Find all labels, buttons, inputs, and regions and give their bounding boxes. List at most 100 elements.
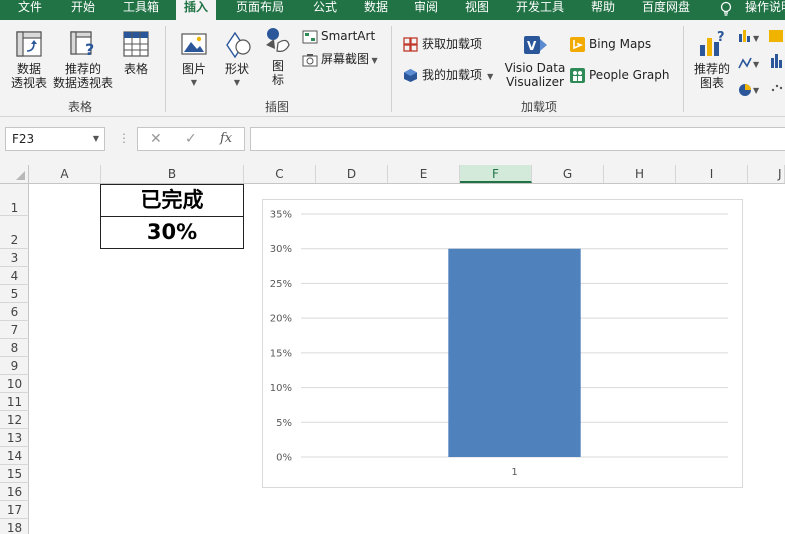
insert-function-icon[interactable]: fx bbox=[220, 131, 232, 146]
tab-insert[interactable]: 插入 bbox=[176, 0, 217, 20]
screenshot-button[interactable]: 屏幕截图 ▼ bbox=[302, 49, 378, 69]
row-header-6[interactable]: 6 bbox=[0, 303, 29, 321]
tab-file[interactable]: 文件 bbox=[18, 0, 42, 20]
row-header-5[interactable]: 5 bbox=[0, 285, 29, 303]
line-chart-icon[interactable] bbox=[738, 57, 752, 69]
row-header-4[interactable]: 4 bbox=[0, 267, 29, 285]
screenshot-icon bbox=[302, 53, 318, 66]
row-header-10[interactable]: 10 bbox=[0, 375, 29, 393]
bing-maps-icon bbox=[570, 37, 585, 52]
select-all-triangle-icon bbox=[16, 171, 25, 180]
svg-text:▼: ▼ bbox=[753, 60, 760, 69]
table-button[interactable]: 表格 bbox=[117, 29, 155, 76]
svg-text:?: ? bbox=[85, 40, 94, 59]
recommended-pivot-button[interactable]: ? 推荐的 数据透视表 bbox=[51, 29, 115, 90]
tab-baidu-netdisk[interactable]: 百度网盘 bbox=[642, 0, 690, 20]
row-header-11[interactable]: 11 bbox=[0, 393, 29, 411]
cell-b2[interactable]: 30% bbox=[100, 216, 244, 249]
my-addins-button[interactable]: 我的加载项 ▼ bbox=[403, 65, 493, 85]
chart-type-icons: ▼ ▼ ▼ bbox=[738, 30, 783, 96]
svg-text:?: ? bbox=[717, 30, 725, 45]
visio-label-1: Visio Data bbox=[504, 61, 566, 75]
cancel-icon[interactable]: ✕ bbox=[150, 131, 162, 147]
recommended-charts-label-2: 图表 bbox=[699, 76, 724, 90]
column-header-g[interactable]: G bbox=[532, 165, 604, 183]
chart-bars bbox=[448, 248, 581, 457]
column-header-h[interactable]: H bbox=[604, 165, 676, 183]
svg-text:V: V bbox=[527, 39, 537, 53]
tab-toolbox[interactable]: 工具箱 bbox=[123, 0, 159, 20]
tab-view[interactable]: 视图 bbox=[465, 0, 489, 20]
tab-formulas[interactable]: 公式 bbox=[313, 0, 337, 20]
row-header-15[interactable]: 15 bbox=[0, 465, 29, 483]
visio-icon: V bbox=[524, 36, 547, 54]
chart-svg: 0% 5% 10% 15% 20% 25% 30% 35% 1 bbox=[270, 210, 728, 478]
column-header-d[interactable]: D bbox=[316, 165, 388, 183]
row-header-17[interactable]: 17 bbox=[0, 501, 29, 519]
chart-y-tick-label: 30% bbox=[270, 244, 292, 255]
icons-button[interactable]: 图 标 bbox=[262, 25, 294, 87]
tab-data[interactable]: 数据 bbox=[364, 0, 388, 20]
formula-bar-grip-icon: ⋮ bbox=[118, 131, 130, 145]
column-header-c[interactable]: C bbox=[244, 165, 316, 183]
table-label: 表格 bbox=[123, 62, 148, 76]
row-header-13[interactable]: 13 bbox=[0, 429, 29, 447]
pivot-table-button[interactable]: 数据 透视表 bbox=[9, 29, 49, 90]
tab-home[interactable]: 开始 bbox=[71, 0, 95, 20]
shapes-button[interactable]: 形状 ▼ bbox=[217, 29, 257, 90]
select-all-button[interactable] bbox=[0, 165, 29, 183]
formula-input[interactable] bbox=[250, 127, 785, 151]
icons-label-1: 图 bbox=[271, 59, 284, 73]
column-chart[interactable]: 0% 5% 10% 15% 20% 25% 30% 35% 1 bbox=[262, 199, 743, 488]
recommended-charts-button[interactable]: ? 推荐的 图表 bbox=[692, 29, 732, 90]
recommended-pivot-label-1: 推荐的 bbox=[64, 62, 101, 76]
visio-label-2: Visualizer bbox=[506, 75, 564, 89]
visio-data-visualizer-button[interactable]: V Visio Data Visualizer bbox=[503, 31, 567, 89]
row-header-18[interactable]: 18 bbox=[0, 519, 29, 534]
row-header-9[interactable]: 9 bbox=[0, 357, 29, 375]
tab-tell-me[interactable]: 操作说明 bbox=[745, 0, 785, 20]
screenshot-label: 屏幕截图 bbox=[321, 52, 370, 66]
column-header-b[interactable]: B bbox=[101, 165, 244, 183]
tab-page-layout[interactable]: 页面布局 bbox=[236, 0, 284, 20]
shapes-label: 形状 bbox=[224, 62, 249, 76]
column-header-e[interactable]: E bbox=[388, 165, 460, 183]
row-header-2[interactable]: 2 bbox=[0, 216, 29, 249]
pictures-label: 图片 bbox=[181, 62, 206, 76]
smartart-icon bbox=[302, 30, 318, 43]
pictures-button[interactable]: 图片 ▼ bbox=[174, 29, 214, 90]
row-header-1[interactable]: 1 bbox=[0, 184, 29, 216]
column-header-f[interactable]: F bbox=[460, 165, 532, 183]
smartart-button[interactable]: SmartArt bbox=[302, 26, 375, 46]
svg-text:▼: ▼ bbox=[753, 86, 760, 95]
group-separator bbox=[165, 26, 166, 112]
chevron-down-icon[interactable]: ▼ bbox=[93, 128, 99, 150]
row-header-16[interactable]: 16 bbox=[0, 483, 29, 501]
chart-y-tick-label: 5% bbox=[276, 418, 292, 429]
column-chart-icon[interactable] bbox=[739, 34, 742, 42]
row-header-3[interactable]: 3 bbox=[0, 249, 29, 267]
row-header-8[interactable]: 8 bbox=[0, 339, 29, 357]
tab-developer[interactable]: 开发工具 bbox=[516, 0, 564, 20]
row-header-12[interactable]: 12 bbox=[0, 411, 29, 429]
cell-b1[interactable]: 已完成 bbox=[100, 184, 244, 217]
chevron-down-icon: ▼ bbox=[369, 56, 378, 65]
recommended-charts-icon: ? bbox=[700, 30, 725, 56]
name-box[interactable]: F23 ▼ bbox=[5, 127, 105, 151]
chart-x-ticks: 1 bbox=[511, 467, 517, 478]
pivot-table-icon bbox=[16, 31, 42, 57]
tab-review[interactable]: 审阅 bbox=[414, 0, 438, 20]
bing-maps-button[interactable]: Bing Maps bbox=[570, 34, 651, 54]
people-graph-button[interactable]: People Graph bbox=[570, 65, 670, 85]
chart-bar[interactable] bbox=[448, 248, 581, 457]
group-label-illustrations: 插图 bbox=[265, 100, 290, 114]
column-header-j[interactable]: J bbox=[748, 165, 785, 183]
enter-icon[interactable]: ✓ bbox=[185, 131, 197, 147]
row-header-14[interactable]: 14 bbox=[0, 447, 29, 465]
tab-help[interactable]: 帮助 bbox=[591, 0, 615, 20]
group-separator bbox=[391, 26, 392, 112]
get-addins-button[interactable]: 获取加载项 bbox=[403, 34, 482, 54]
column-header-i[interactable]: I bbox=[676, 165, 748, 183]
row-header-7[interactable]: 7 bbox=[0, 321, 29, 339]
column-header-a[interactable]: A bbox=[29, 165, 101, 183]
